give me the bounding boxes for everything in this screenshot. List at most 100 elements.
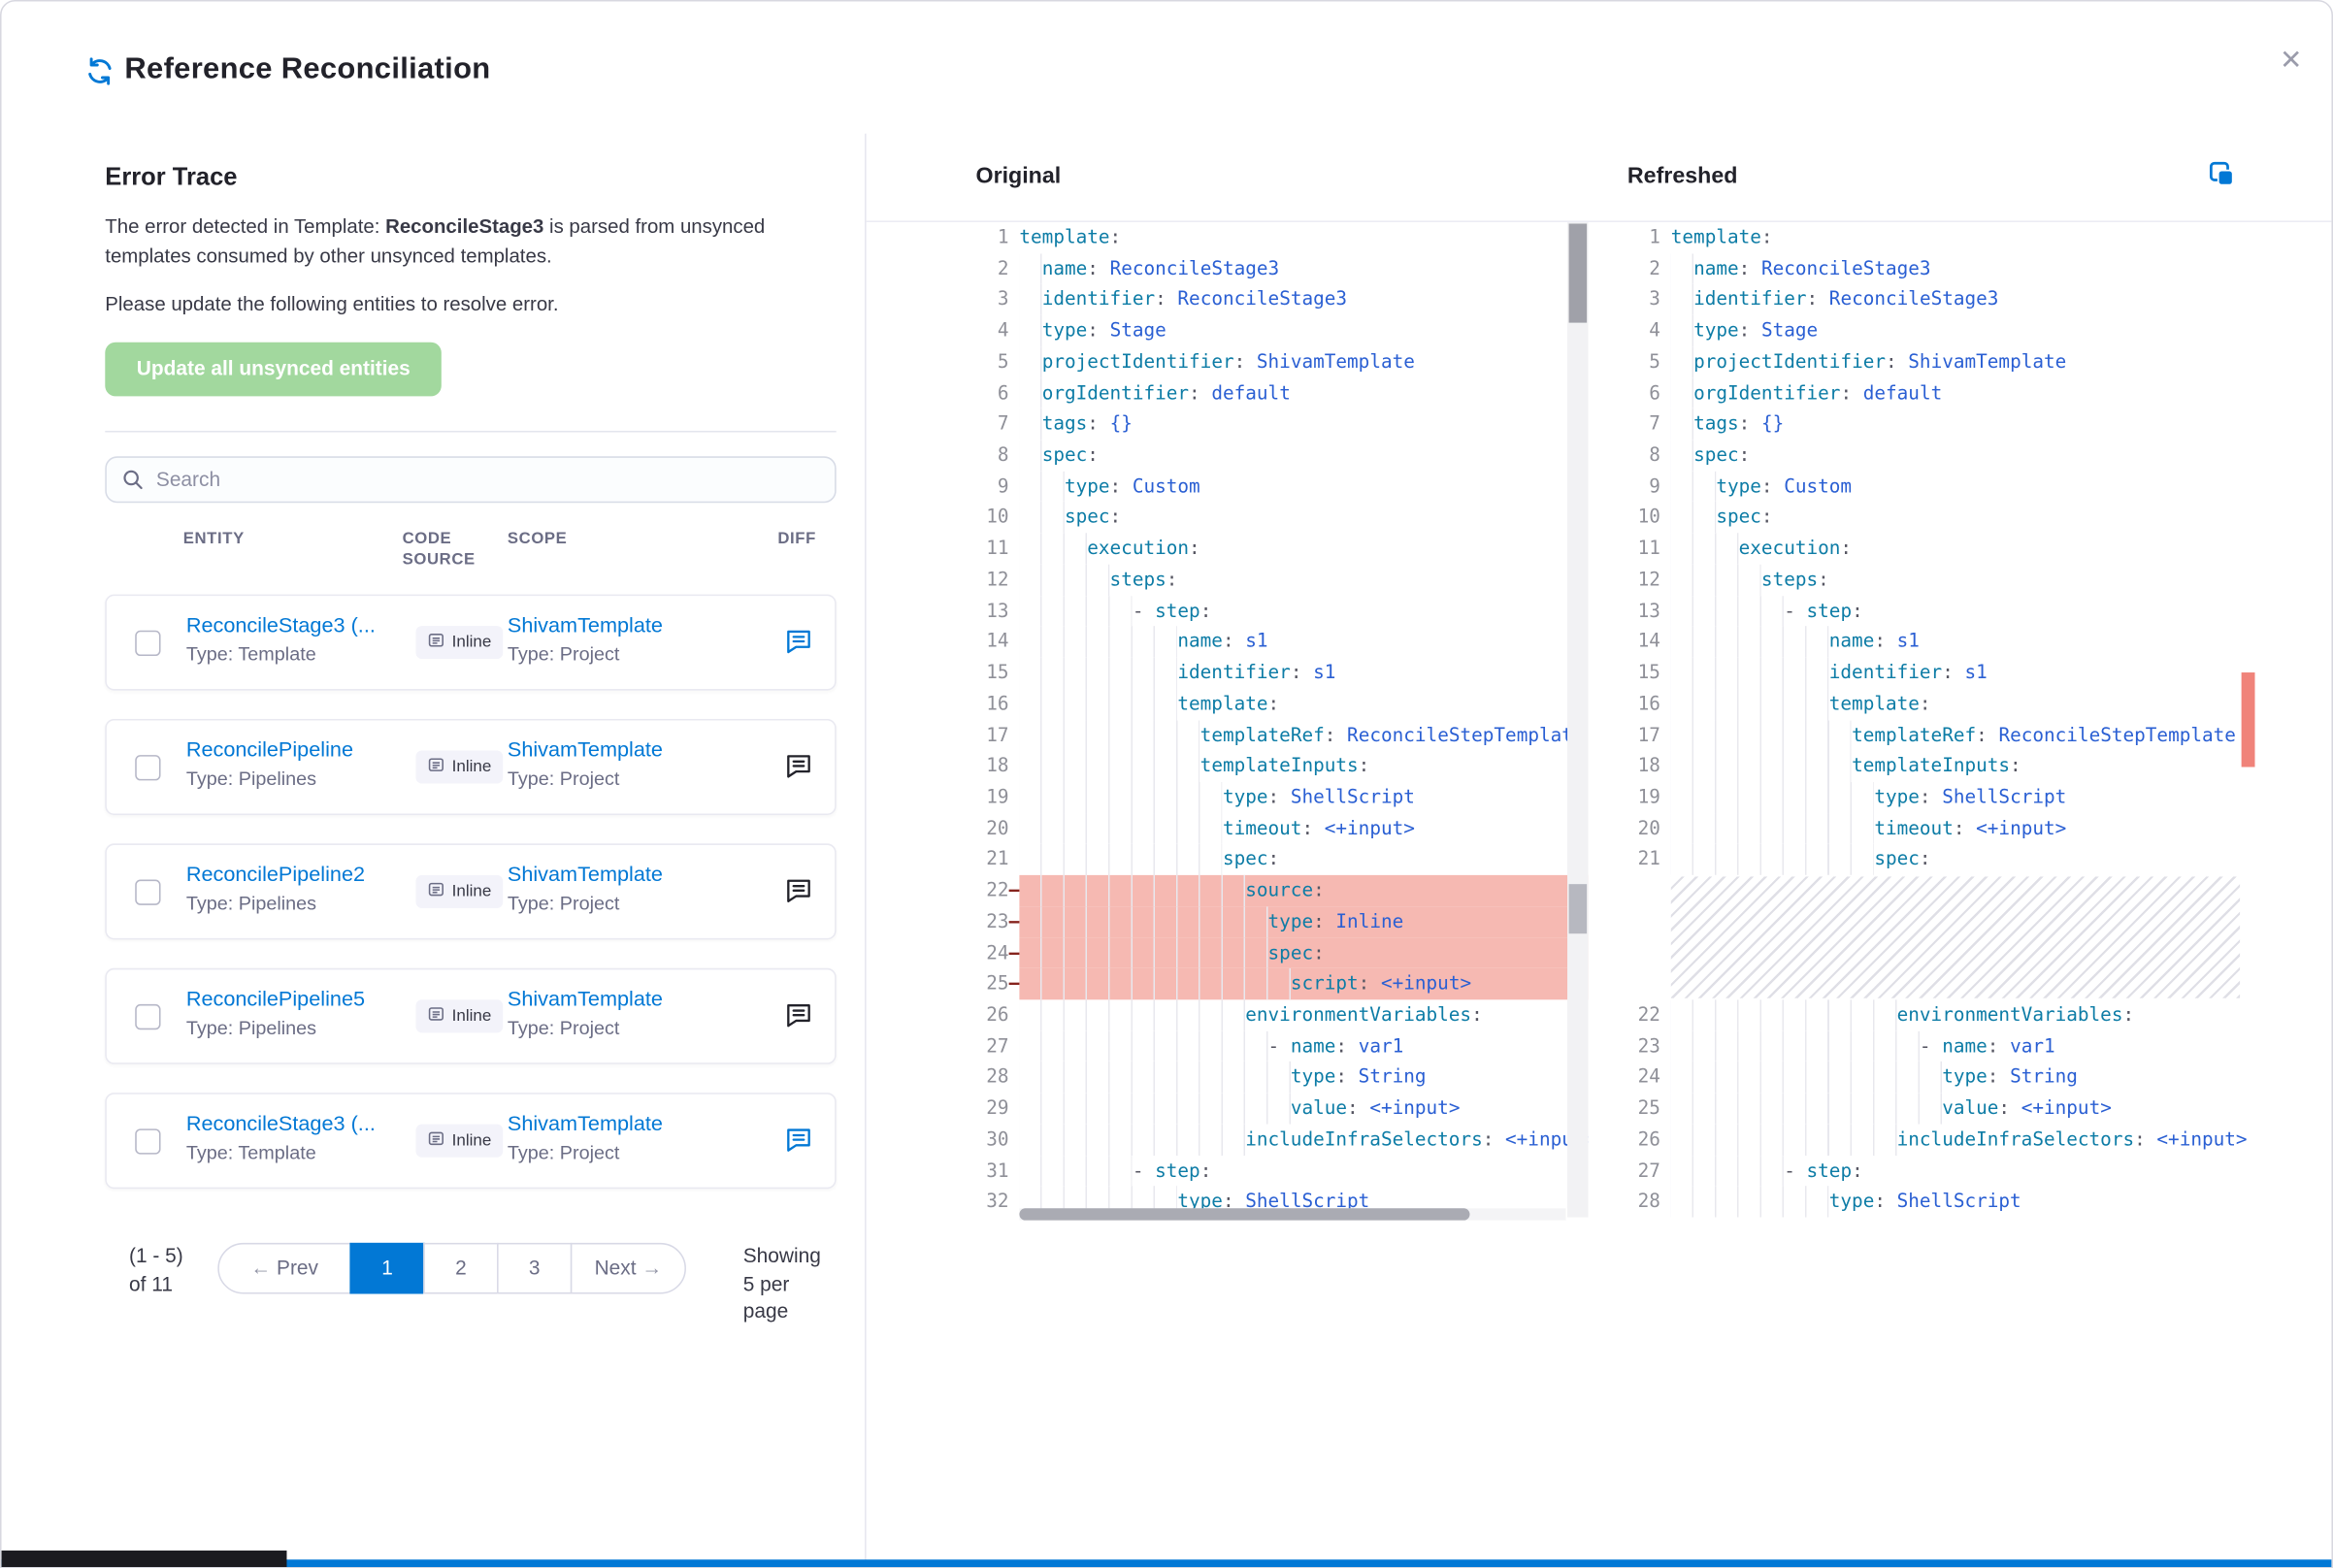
yaml-colon: : <box>1335 1064 1347 1087</box>
row-checkbox[interactable] <box>135 630 160 655</box>
horizontal-scrollbar[interactable] <box>1019 1208 1565 1220</box>
yaml-key: templateInputs <box>1200 754 1359 776</box>
indent-guides <box>1671 565 1761 596</box>
code-text: identifier: ReconcileStage3 <box>1019 284 1588 315</box>
indent-guides <box>1671 284 1693 315</box>
yaml-key: spec <box>1268 940 1314 963</box>
original-code-panel[interactable]: 1template:2 name: ReconcileStage33 ident… <box>976 222 1589 1229</box>
diff-file-icon[interactable] <box>782 999 815 1032</box>
yaml-colon: : <box>1087 411 1099 434</box>
entity-link[interactable]: ReconcileStage3 (... <box>186 1110 411 1134</box>
entity-link[interactable]: ReconcileStage3 (... <box>186 612 411 637</box>
yaml-colon: : <box>1739 318 1751 341</box>
code-text: - step: <box>1019 1155 1588 1186</box>
line-number: 8 <box>976 440 1009 471</box>
page-button-1[interactable]: 1 <box>349 1242 424 1293</box>
code-text: projectIdentifier: ShivamTemplate <box>1019 346 1588 377</box>
diff-section: Original Refreshed 1template:2 name: Rec… <box>867 134 2332 1567</box>
diff-file-icon[interactable] <box>782 1124 815 1157</box>
entity-type-label: Type: Pipelines <box>186 767 411 789</box>
diff-file-icon[interactable] <box>782 626 815 659</box>
vertical-scrollbar[interactable] <box>1567 222 1589 1218</box>
code-line: 9 type: Custom <box>976 471 1589 502</box>
update-all-unsynced-entities-button[interactable]: Update all unsynced entities <box>105 342 442 396</box>
diff-file-icon[interactable] <box>782 750 815 783</box>
table-row: ReconcileStage3 (...Type: TemplateInline… <box>105 594 836 690</box>
scope-link[interactable]: ShivamTemplate <box>508 986 748 1010</box>
entity-link[interactable]: ReconcilePipeline5 <box>186 986 411 1010</box>
code-line: 5 projectIdentifier: ShivamTemplate <box>976 346 1589 377</box>
page-button-3[interactable]: 3 <box>497 1242 572 1293</box>
code-line: 17 templateRef: ReconcileStepTemplate <box>976 720 1589 751</box>
code-line: 10 spec: <box>976 502 1589 533</box>
scope-type-label: Type: Project <box>508 1016 748 1038</box>
overview-ruler <box>2242 222 2255 1218</box>
next-page-button[interactable]: Next → <box>571 1242 686 1293</box>
copy-icon[interactable] <box>2205 159 2238 192</box>
diff-file-icon[interactable] <box>782 874 815 907</box>
indent-guides <box>1671 1124 1897 1155</box>
code-line: 21 spec: <box>976 844 1589 875</box>
yaml-key: template <box>1177 692 1267 714</box>
close-icon[interactable]: ✕ <box>2272 41 2311 80</box>
line-number: 5 <box>976 346 1009 377</box>
entity-link[interactable]: ReconcilePipeline <box>186 736 411 761</box>
search-input[interactable] <box>105 456 836 503</box>
indent-guides <box>1019 658 1177 689</box>
entity-type-label: Type: Template <box>186 1140 411 1162</box>
prev-page-button[interactable]: ← Prev <box>217 1242 351 1293</box>
line-number: 22 <box>1627 999 1660 1030</box>
pagination: (1 - 5) of 11 ← Prev 1 2 3 Next → Showin… <box>105 1242 836 1327</box>
indent-guides <box>1019 1093 1290 1124</box>
error-trace-title: Error Trace <box>105 164 836 192</box>
scope-link[interactable]: ShivamTemplate <box>508 612 748 637</box>
yaml-colon: : <box>1471 1002 1483 1025</box>
code-line: 7 tags: {} <box>976 408 1589 440</box>
table-row: ReconcileStage3 (...Type: TemplateInline… <box>105 1093 836 1189</box>
yaml-dash: - <box>1268 1033 1291 1056</box>
entity-link[interactable]: ReconcilePipeline2 <box>186 862 411 886</box>
yaml-key: orgIdentifier <box>1693 380 1840 403</box>
indent-guides <box>1671 315 1693 346</box>
yaml-colon: : <box>1110 506 1122 528</box>
yaml-colon: : <box>1189 380 1200 403</box>
yaml-key: projectIdentifier <box>1042 349 1234 372</box>
entity-type-label: Type: Pipelines <box>186 1016 411 1038</box>
line-number: 3 <box>976 284 1009 315</box>
indent-guides <box>1671 627 1829 658</box>
code-line: 29 value: <+input> <box>976 1093 1589 1124</box>
code-line: 15 identifier: s1 <box>976 658 1589 689</box>
scope-link[interactable]: ShivamTemplate <box>508 736 748 761</box>
entity-cell: ReconcileStage3 (...Type: Template <box>186 612 411 665</box>
yaml-colon: : <box>1988 1033 1999 1056</box>
yaml-key: spec <box>1223 847 1268 869</box>
yaml-colon: : <box>1874 1190 1886 1212</box>
scope-link[interactable]: ShivamTemplate <box>508 862 748 886</box>
code-line: 14 name: s1 <box>976 627 1589 658</box>
code-text: steps: <box>1019 565 1588 596</box>
horizontal-scrollbar-thumb[interactable] <box>1019 1208 1469 1220</box>
row-checkbox[interactable] <box>135 1128 160 1154</box>
code-text: includeInfraSelectors: <+input> <box>1019 1124 1588 1155</box>
scrollbar-thumb[interactable] <box>1569 223 1588 322</box>
row-checkbox[interactable] <box>135 1003 160 1029</box>
yaml-value: {} <box>1099 411 1133 434</box>
yaml-colon: : <box>1234 349 1246 372</box>
code-text: type: String <box>1671 1062 2255 1093</box>
yaml-key: projectIdentifier <box>1693 349 1886 372</box>
line-number: 26 <box>1627 1124 1660 1155</box>
scope-link[interactable]: ShivamTemplate <box>508 1110 748 1134</box>
code-line: 24– spec: <box>976 937 1589 968</box>
yaml-value: <+input> <box>1369 971 1471 994</box>
yaml-key: identifier <box>1042 287 1155 310</box>
yaml-colon: : <box>1920 692 1931 714</box>
row-checkbox[interactable] <box>135 879 160 904</box>
code-text: projectIdentifier: ShivamTemplate <box>1671 346 2255 377</box>
code-text: value: <+input> <box>1671 1093 2255 1124</box>
yaml-colon: : <box>1852 599 1863 621</box>
indent-guides <box>1019 720 1199 751</box>
row-checkbox[interactable] <box>135 755 160 780</box>
refreshed-code-panel[interactable]: 1template:2 name: ReconcileStage33 ident… <box>1627 222 2255 1229</box>
page-button-2[interactable]: 2 <box>423 1242 498 1293</box>
code-text: spec: <box>1019 937 1588 968</box>
